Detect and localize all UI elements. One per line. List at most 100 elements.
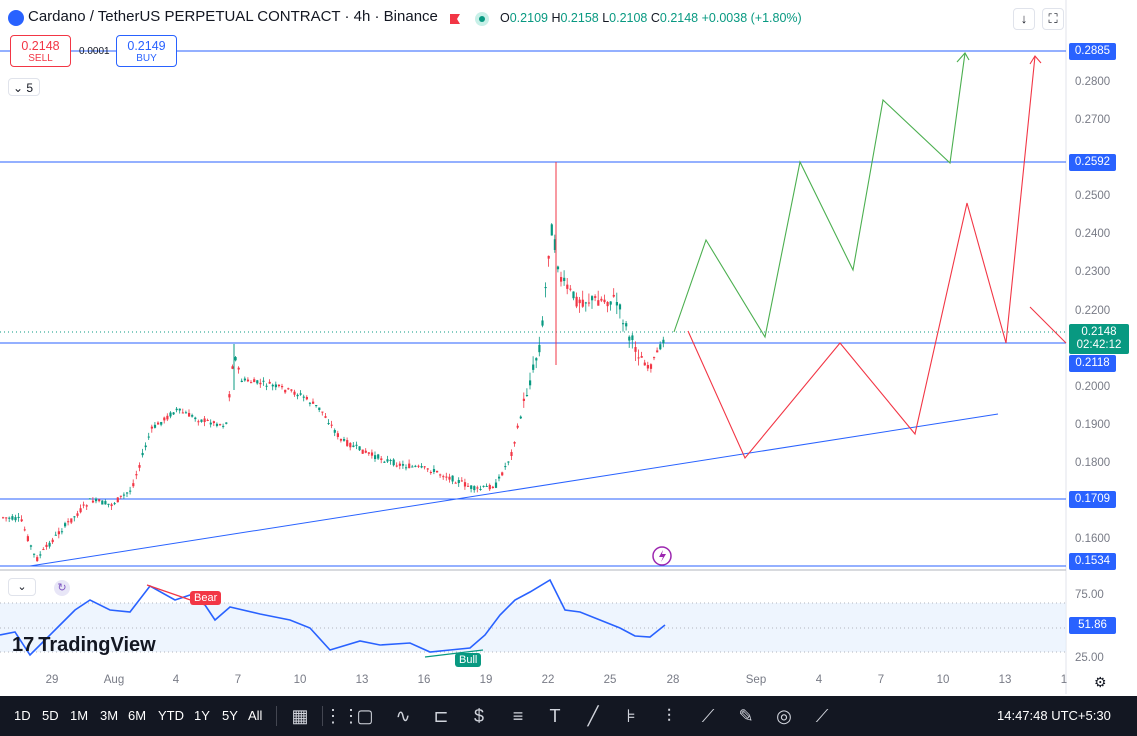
candle-body [11,516,14,520]
candle-body [197,421,200,423]
candle-body [222,425,225,427]
short-position-icon[interactable]: $ [467,704,491,728]
candle-body [191,415,194,417]
candle-body [45,544,48,547]
range-ytd[interactable]: YTD [158,708,184,723]
level-label[interactable]: 0.1709 [1069,491,1116,508]
candle-body [281,386,284,388]
candle-body [659,344,662,350]
candle-body [70,518,73,523]
candle-body [615,302,618,306]
symbol-title[interactable]: Cardano / TetherUS PERPETUAL CONTRACT · … [28,8,438,25]
candle-body [243,378,246,381]
range-1d[interactable]: 1D [14,708,31,723]
candle-body [625,323,628,327]
down-arrow-icon[interactable]: ↓ [1013,8,1035,30]
candle-body [20,519,23,522]
trend-line-icon[interactable]: ╱ [581,704,605,728]
range-5y[interactable]: 5Y [222,708,238,723]
eye-icon[interactable] [475,12,489,26]
rsi-tick: 75.00 [1075,589,1104,601]
candle-body [284,389,287,393]
long-position-icon[interactable]: ⊏ [429,704,453,728]
candle-body [436,470,439,473]
bearish-projection-path[interactable] [687,55,1036,460]
rsi-value-label: 51.86 [1069,617,1116,634]
range-all[interactable]: All [248,708,262,723]
clock[interactable]: 14:47:48 UTC+5:30 [997,708,1111,723]
candle-body [333,430,336,433]
candle-body [538,344,541,353]
cursor-icon[interactable]: ⋮⋮ [324,704,360,728]
indicators-collapse-button[interactable]: ⌄ 5 [8,78,40,96]
level-label[interactable]: 0.2592 [1069,154,1116,171]
refresh-icon[interactable]: ↻ [54,580,70,596]
candle-body [147,436,150,438]
buy-button[interactable]: 0.2149 BUY [116,35,177,67]
candle-body [656,350,659,353]
volume-profile-icon[interactable]: ⫶ [657,704,681,728]
level-label[interactable]: 0.2118 [1069,355,1116,372]
candle-body [535,358,538,361]
candle-body [169,412,172,417]
flag-icon[interactable] [449,12,461,24]
candle-body [274,384,277,388]
candle-body [113,503,116,505]
sell-button[interactable]: 0.2148 SELL [10,35,71,67]
candle-body [581,299,584,307]
candle-body [482,485,485,487]
path-icon[interactable]: ∿ [391,704,415,728]
candle-body [129,490,132,492]
candle-body [39,554,42,556]
spread-value: 0.0001 [79,46,110,57]
y-tick: 0.1600 [1075,533,1111,545]
candle-body [454,482,457,484]
x-tick: 4 [172,674,180,686]
candle-body [42,549,45,551]
price-chart[interactable] [0,0,1137,736]
candle-body [628,336,631,341]
ruler-icon[interactable]: ⊧ [619,704,643,728]
tradingview-logo[interactable]: 17 TradingView [12,634,156,657]
x-tick: 10 [936,674,950,686]
candle-body [544,286,547,289]
gear-icon[interactable]: ⚙ [1094,674,1107,691]
sell-price: 0.2148 [21,39,60,53]
current-price-label[interactable]: 0.2148 02:42:12 [1069,324,1129,354]
brush-icon[interactable]: ✎ [734,704,758,728]
calendar-icon[interactable]: ▦ [288,704,312,728]
candle-body [343,439,346,441]
candle-body [293,391,296,395]
fullscreen-icon[interactable]: ⛶ [1042,8,1064,30]
range-3m[interactable]: 3M [100,708,118,723]
candle-body [88,498,91,500]
trend-line[interactable] [29,413,999,567]
bullish-projection-path[interactable] [673,52,966,339]
candle-body [277,384,281,387]
candle-body [358,446,361,451]
level-label[interactable]: 0.2885 [1069,43,1116,60]
candle-body [135,474,138,476]
chevron-down-icon[interactable]: ⌄ [8,578,36,596]
candle-body [649,364,653,369]
candle-body [119,495,122,497]
pattern-icon[interactable]: ⟋ [696,704,720,728]
candle-body [398,463,401,466]
y-tick: 0.2300 [1075,266,1111,278]
y-tick: 0.1900 [1075,419,1111,431]
candle-body [82,504,85,506]
range-1y[interactable]: 1Y [194,708,210,723]
text-icon[interactable]: T [543,704,567,728]
rectangle-icon[interactable]: ▢ [353,704,377,728]
x-tick: 29 [45,674,59,686]
range-6m[interactable]: 6M [128,708,146,723]
range-1m[interactable]: 1M [70,708,88,723]
pen-icon[interactable]: ⟋ [810,704,834,728]
candle-body [73,516,76,518]
target-icon[interactable]: ◎ [772,704,796,728]
range-5d[interactable]: 5D [42,708,59,723]
fib-icon[interactable]: ≡ [506,704,530,728]
candle-body [442,476,445,478]
level-label[interactable]: 0.1534 [1069,553,1116,570]
x-tick: 7 [877,674,885,686]
